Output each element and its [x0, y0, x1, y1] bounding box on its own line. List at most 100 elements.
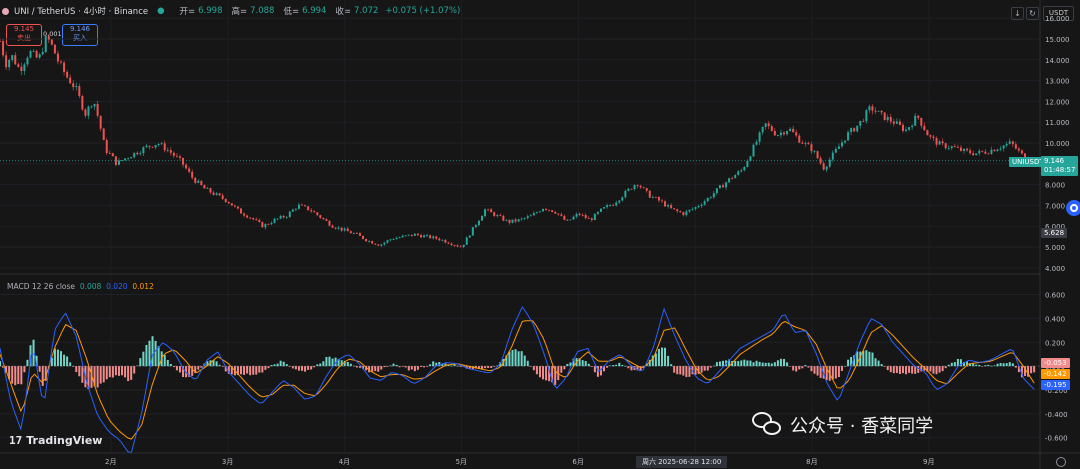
macd-histogram-bar — [767, 362, 770, 367]
candle-body — [746, 160, 749, 167]
candle-body — [642, 187, 645, 189]
watermark-text: 公众号 · 香菜同学 — [790, 416, 934, 437]
candle-body — [999, 148, 1002, 150]
candle-body — [423, 235, 426, 238]
candle-body — [246, 215, 249, 218]
candle-body — [609, 205, 612, 207]
candle-body — [301, 204, 304, 206]
candle-body — [615, 202, 618, 206]
macd-histogram-bar — [456, 365, 459, 367]
macd-histogram-bar — [169, 363, 172, 367]
macd-histogram-bar — [844, 365, 847, 367]
macd-histogram-bar — [517, 351, 520, 367]
candle-body — [340, 227, 343, 231]
macd-histogram-bar — [99, 366, 102, 384]
candle-body — [172, 152, 175, 156]
candle-body — [517, 219, 520, 222]
candle-body — [801, 142, 804, 144]
macd-tick-label: 0.600 — [1045, 292, 1065, 300]
macd-histogram-bar — [1002, 363, 1005, 367]
candle-body — [334, 227, 337, 229]
macd-histogram-bar — [584, 361, 587, 367]
candle-body — [911, 125, 914, 128]
candle-body — [743, 166, 746, 171]
candle-body — [389, 239, 392, 241]
chart-svg[interactable]: 16.000 15.000 14.000 13.000 12.000 11.000 10.0… — [0, 0, 1080, 469]
macd-histogram-bar — [108, 366, 111, 378]
macd-histogram-bar — [377, 366, 380, 372]
candle-body — [493, 212, 496, 217]
macd-legend[interactable]: MACD 12 26 close 0.008 0.020 0.012 — [7, 282, 154, 291]
candle-body — [505, 219, 508, 221]
macd-histogram-bar — [618, 362, 621, 367]
candle-body — [108, 153, 111, 154]
candle-body — [114, 156, 117, 165]
candle-body — [523, 218, 526, 219]
candle-body — [673, 208, 676, 210]
macd-histogram-bar — [758, 361, 761, 367]
bar-countdown: 01:48:57 — [1044, 166, 1076, 174]
candle-body — [648, 190, 651, 198]
candle-body — [175, 155, 178, 157]
macd-histogram-bar — [654, 353, 657, 367]
candle-body — [599, 208, 602, 212]
macd-histogram-bar — [355, 366, 358, 368]
replay-circle-icon[interactable] — [1066, 200, 1080, 216]
candle-body — [157, 144, 160, 145]
candle-body — [859, 120, 862, 126]
macd-histogram-bar — [721, 360, 724, 367]
candle-body — [249, 217, 252, 219]
candle-body — [313, 211, 316, 213]
candle-body — [926, 130, 929, 136]
candle-body — [895, 121, 898, 124]
candle-body — [166, 150, 169, 151]
macd-histogram-bar — [712, 365, 715, 367]
macd-histogram-bar — [905, 366, 908, 375]
candle-body — [130, 157, 133, 159]
candle-body — [923, 125, 926, 131]
candle-body — [734, 174, 737, 179]
macd-histogram-bar — [667, 355, 670, 367]
candle-body — [160, 143, 163, 145]
candle-body — [688, 209, 691, 212]
macd-histogram-bar — [676, 366, 679, 375]
candle-body — [798, 135, 801, 143]
candle-body — [282, 215, 285, 218]
settings-gear-icon[interactable] — [1056, 457, 1066, 467]
candle-body — [432, 236, 435, 239]
candle-body — [224, 198, 227, 203]
candle-body — [837, 146, 840, 149]
macd-histogram-bar — [520, 351, 523, 367]
candle-body — [453, 245, 456, 246]
macd-histogram-bar — [975, 364, 978, 367]
macd-histogram-bar — [990, 365, 993, 367]
macd-histogram-bar — [831, 366, 834, 380]
candle-body — [850, 128, 853, 133]
candle-body — [444, 239, 447, 243]
candle-body — [606, 205, 609, 208]
candle-body — [770, 126, 773, 131]
macd-histogram-bar — [718, 361, 721, 367]
candle-body — [551, 210, 554, 212]
candle-body — [908, 127, 911, 130]
tradingview-logo[interactable]: 17 TradingView — [9, 434, 102, 447]
candle-body — [218, 193, 221, 196]
candle-body — [700, 204, 703, 207]
candle-body — [996, 149, 999, 152]
macd-histogram-bar — [389, 365, 392, 367]
candle-body — [920, 117, 923, 126]
candle-body — [947, 147, 950, 149]
candle-body — [749, 156, 752, 161]
candle-body — [221, 195, 224, 199]
macd-histogram-bar — [276, 363, 279, 367]
candle-body — [984, 151, 987, 154]
macd-histogram-bar — [660, 347, 663, 367]
macd-histogram-bar — [984, 365, 987, 367]
time-tick-label: 3月 — [222, 458, 233, 466]
candle-body — [255, 219, 258, 221]
macd-histogram-bar — [673, 366, 676, 373]
price-tick-label: 8.000 — [1045, 182, 1065, 190]
macd-histogram-bar — [484, 366, 487, 369]
macd-histogram-bar — [383, 366, 386, 368]
candle-body — [566, 219, 569, 221]
